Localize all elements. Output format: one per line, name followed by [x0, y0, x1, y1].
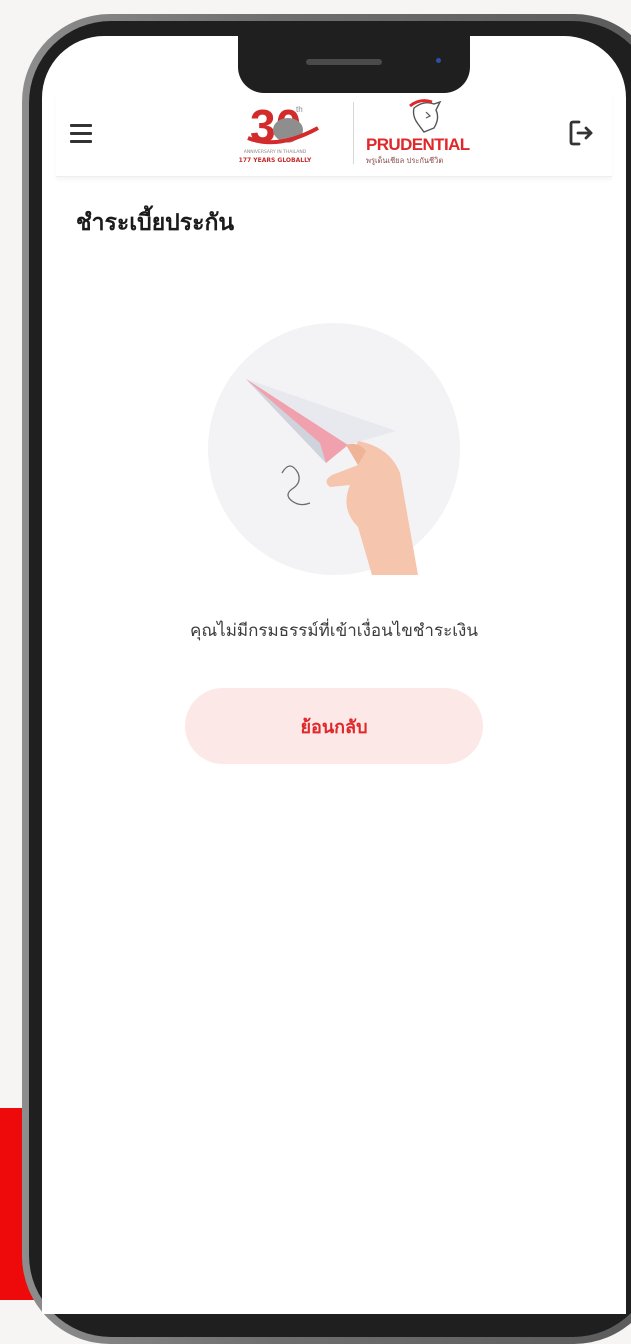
- anniversary-30-graphic: 30 th: [247, 100, 319, 152]
- anniversary-tagline: 177 YEARS GLOBALLY: [238, 157, 312, 164]
- logout-icon[interactable]: [565, 116, 599, 150]
- page-title: ชำระเบี้ยประกัน: [76, 210, 235, 236]
- anniversary-logo: 30 th ANNIVERSARY IN THAILAND 177 YEARS …: [228, 98, 348, 172]
- back-button[interactable]: ย้อนกลับ: [185, 688, 483, 764]
- hamburger-menu-icon[interactable]: [68, 119, 98, 149]
- logo-divider: [353, 102, 354, 164]
- empty-state-message: คุณไม่มีกรมธรรม์ที่เข้าเงื่อนไขชำระเงิน: [190, 621, 478, 641]
- app-header: 30 th ANNIVERSARY IN THAILAND 177 YEARS …: [56, 94, 612, 177]
- svg-text:th: th: [296, 105, 303, 114]
- phone-screen: 30 th ANNIVERSARY IN THAILAND 177 YEARS …: [42, 36, 626, 1314]
- prudence-head-icon: [409, 99, 442, 133]
- anniversary-caption: ANNIVERSARY IN THAILAND: [243, 150, 307, 155]
- speaker-grille: [306, 59, 382, 65]
- front-camera: [436, 58, 441, 63]
- brand-tagline: พรูเด็นเชียล ประกันชีวิต: [366, 156, 444, 165]
- brand-name: PRUDENTIAL: [366, 135, 470, 154]
- prudential-logo: PRUDENTIAL พรูเด็นเชียล ประกันชีวิต: [366, 98, 478, 170]
- phone-notch: [238, 36, 470, 93]
- paper-plane-hand-illustration: [208, 323, 460, 575]
